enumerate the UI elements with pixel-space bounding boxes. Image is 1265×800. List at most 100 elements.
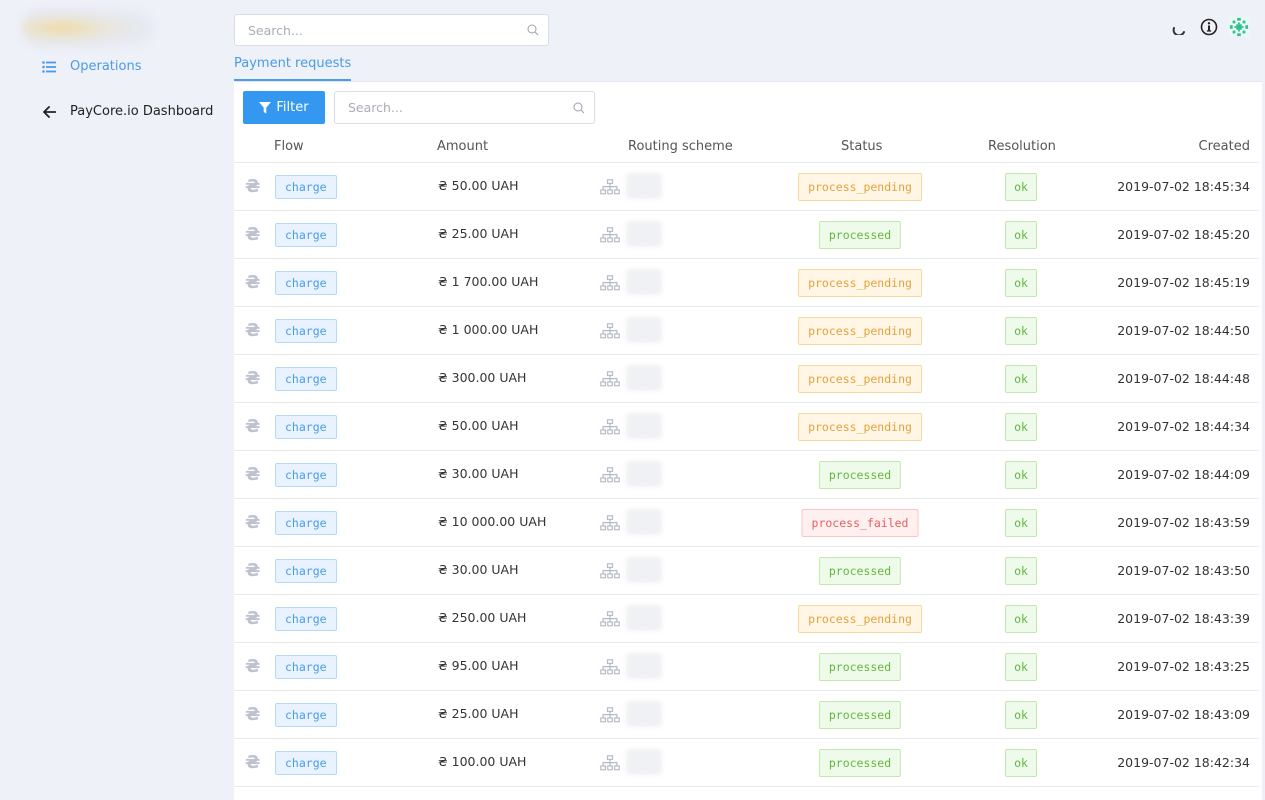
created-cell: 2019-07-02 18:43:59: [1117, 515, 1250, 530]
hryvnia-icon: ₴: [245, 608, 261, 629]
status-badge: processed: [818, 701, 902, 729]
table-row[interactable]: ₴ charge ₴ 1 700.00 UAH process_pending ok 20…: [234, 259, 1259, 307]
created-cell: 2019-07-02 18:44:34: [1117, 419, 1250, 434]
routing-scheme-icon: [600, 707, 620, 723]
table-body: ₴ charge ₴ 50.00 UAH process_pending ok 2019-…: [234, 163, 1259, 787]
routing-scheme-icon: [600, 611, 620, 627]
search-icon[interactable]: [573, 102, 585, 114]
table-row[interactable]: ₴ charge ₴ 30.00 UAH processed ok 2019-07-02 …: [234, 547, 1259, 595]
hryvnia-icon: ₴: [245, 656, 261, 677]
list-icon: [42, 60, 56, 74]
status-badge: process_pending: [798, 173, 922, 201]
resolution-badge: ok: [1005, 413, 1037, 441]
routing-scheme-icon: [600, 179, 620, 195]
flow-badge: charge: [275, 175, 337, 199]
filter-icon: [259, 101, 272, 113]
table-row[interactable]: ₴ charge ₴ 25.00 UAH processed ok 2019-07-02 …: [234, 691, 1259, 739]
created-cell: 2019-07-02 18:43:39: [1117, 611, 1250, 626]
arrow-left-icon: [42, 105, 56, 119]
table-search: [334, 91, 595, 124]
column-header-amount[interactable]: Amount: [437, 139, 488, 154]
table-row[interactable]: ₴ charge ₴ 1 000.00 UAH process_pending ok 20…: [234, 307, 1259, 355]
search-icon[interactable]: [527, 24, 539, 36]
logo[interactable]: [22, 8, 154, 48]
status-badge: process_pending: [798, 269, 922, 297]
sidebar-item-operations[interactable]: Operations: [42, 59, 141, 74]
resolution-badge: ok: [1005, 173, 1037, 201]
table-row[interactable]: ₴ charge ₴ 300.00 UAH process_pending ok 2019…: [234, 355, 1259, 403]
resolution-badge: ok: [1005, 317, 1037, 345]
routing-scheme-icon: [600, 755, 620, 771]
created-cell: 2019-07-02 18:44:50: [1117, 323, 1250, 338]
sidebar-item-dashboard[interactable]: PayCore.io Dashboard: [42, 104, 213, 119]
status-badge: process_pending: [798, 365, 922, 393]
routing-scheme-redacted: [626, 605, 662, 631]
global-search-input[interactable]: [235, 15, 548, 45]
resolution-badge: ok: [1005, 653, 1037, 681]
created-cell: 2019-07-02 18:44:48: [1117, 371, 1250, 386]
filter-button-label: Filter: [276, 100, 309, 115]
routing-scheme-redacted: [626, 173, 662, 199]
hryvnia-icon: ₴: [245, 176, 261, 197]
routing-scheme-icon: [600, 467, 620, 483]
flow-badge: charge: [275, 751, 337, 775]
amount-cell: ₴ 50.00 UAH: [438, 418, 519, 433]
column-header-created[interactable]: Created: [1199, 139, 1250, 154]
amount-cell: ₴ 25.00 UAH: [438, 706, 519, 721]
amount-cell: ₴ 100.00 UAH: [438, 754, 527, 769]
table-row[interactable]: ₴ charge ₴ 50.00 UAH process_pending ok 2019-…: [234, 163, 1259, 211]
resolution-badge: ok: [1005, 749, 1037, 777]
column-header-routing-scheme[interactable]: Routing scheme: [628, 139, 733, 154]
created-cell: 2019-07-02 18:43:09: [1117, 707, 1250, 722]
amount-cell: ₴ 250.00 UAH: [438, 610, 527, 625]
created-cell: 2019-07-02 18:45:20: [1117, 227, 1250, 242]
table-row[interactable]: ₴ charge ₴ 250.00 UAH process_pending ok 2019…: [234, 595, 1259, 643]
hryvnia-icon: ₴: [245, 464, 261, 485]
user-avatar-icon[interactable]: [1229, 16, 1249, 38]
loading-spinner-icon: [1169, 16, 1189, 38]
status-badge: processed: [818, 557, 902, 585]
routing-scheme-icon: [600, 563, 620, 579]
payment-requests-panel: Filter Flow Amount Routing scheme Status…: [234, 81, 1262, 800]
hryvnia-icon: ₴: [245, 320, 261, 341]
table-row[interactable]: ₴ charge ₴ 95.00 UAH processed ok 2019-07-02 …: [234, 643, 1259, 691]
flow-badge: charge: [275, 319, 337, 343]
table-row[interactable]: ₴ charge ₴ 10 000.00 UAH process_failed ok 20…: [234, 499, 1259, 547]
routing-scheme-icon: [600, 419, 620, 435]
header-actions: [1169, 16, 1249, 38]
info-icon[interactable]: [1199, 16, 1219, 38]
flow-badge: charge: [275, 607, 337, 631]
routing-scheme-redacted: [626, 269, 662, 295]
flow-badge: charge: [275, 463, 337, 487]
resolution-badge: ok: [1005, 509, 1037, 537]
amount-cell: ₴ 30.00 UAH: [438, 466, 519, 481]
filter-button[interactable]: Filter: [243, 91, 325, 124]
table-row[interactable]: ₴ charge ₴ 30.00 UAH processed ok 2019-07-02 …: [234, 451, 1259, 499]
routing-scheme-redacted: [626, 365, 662, 391]
table-row[interactable]: ₴ charge ₴ 50.00 UAH process_pending ok 2019-…: [234, 403, 1259, 451]
flow-badge: charge: [275, 367, 337, 391]
status-badge: processed: [818, 461, 902, 489]
table-row[interactable]: ₴ charge ₴ 25.00 UAH processed ok 2019-07-02 …: [234, 211, 1259, 259]
created-cell: 2019-07-02 18:43:25: [1117, 659, 1250, 674]
table-search-input[interactable]: [335, 92, 594, 123]
routing-scheme-redacted: [626, 413, 662, 439]
table-row[interactable]: ₴ charge ₴ 100.00 UAH processed ok 2019-07-02…: [234, 739, 1259, 787]
routing-scheme-redacted: [626, 653, 662, 679]
created-cell: 2019-07-02 18:43:50: [1117, 563, 1250, 578]
column-header-status[interactable]: Status: [841, 139, 882, 154]
sidebar: Operations PayCore.io Dashboard: [0, 0, 234, 800]
hryvnia-icon: ₴: [245, 512, 261, 533]
tab-payment-requests[interactable]: Payment requests: [234, 56, 352, 81]
table-header: Flow Amount Routing scheme Status Resolu…: [234, 131, 1259, 163]
hryvnia-icon: ₴: [245, 368, 261, 389]
hryvnia-icon: ₴: [245, 416, 261, 437]
status-badge: process_pending: [798, 605, 922, 633]
column-header-flow[interactable]: Flow: [274, 139, 304, 154]
hryvnia-icon: ₴: [245, 224, 261, 245]
resolution-badge: ok: [1005, 461, 1037, 489]
status-badge: processed: [818, 221, 902, 249]
column-header-resolution[interactable]: Resolution: [988, 139, 1056, 154]
amount-cell: ₴ 300.00 UAH: [438, 370, 527, 385]
amount-cell: ₴ 95.00 UAH: [438, 658, 519, 673]
